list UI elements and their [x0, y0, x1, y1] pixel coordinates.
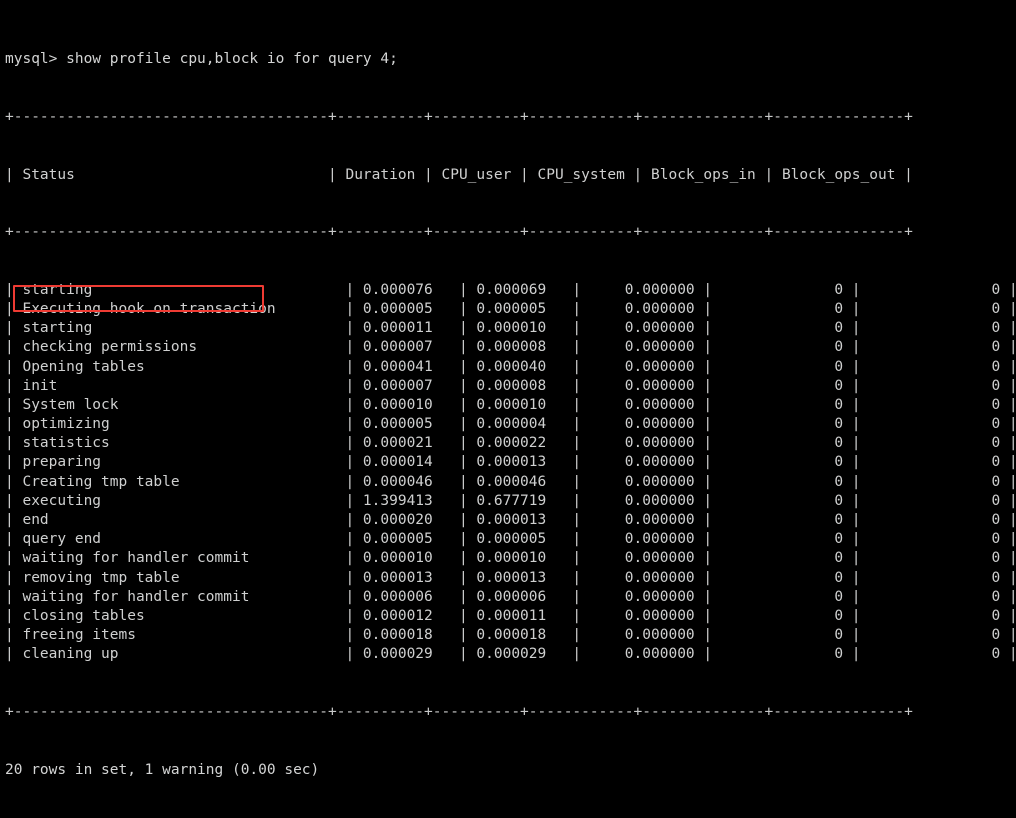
terminal-window: mysql> show profile cpu,block io for que…	[0, 0, 1016, 778]
table-row: | query end | 0.000005 | 0.000005 | 0.00…	[5, 531, 1016, 548]
table-row: | Opening tables | 0.000041 | 0.000040 |…	[5, 358, 1016, 375]
table-header-row: | Status | Duration | CPU_user | CPU_sys…	[5, 166, 913, 183]
terminal-output: mysql> show profile cpu,block io for que…	[5, 12, 1016, 818]
table-row: | cleaning up | 0.000029 | 0.000029 | 0.…	[5, 646, 1016, 663]
table-separator-header: +------------------------------------+--…	[5, 224, 913, 241]
table-row: | Executing hook on transaction | 0.0000…	[5, 300, 1016, 317]
table-body: | starting | 0.000076 | 0.000069 | 0.000…	[5, 281, 1016, 665]
table-row: | init | 0.000007 | 0.000008 | 0.000000 …	[5, 377, 1016, 394]
table-separator-top: +------------------------------------+--…	[5, 109, 913, 125]
table-row: | System lock | 0.000010 | 0.000010 | 0.…	[5, 396, 1016, 413]
table-row: | starting | 0.000076 | 0.000069 | 0.000…	[5, 281, 1016, 298]
table-row: | waiting for handler commit | 0.000010 …	[5, 550, 1016, 567]
table-row: | closing tables | 0.000012 | 0.000011 |…	[5, 607, 1016, 624]
table-row: | optimizing | 0.000005 | 0.000004 | 0.0…	[5, 416, 1016, 433]
table-row: | freeing items | 0.000018 | 0.000018 | …	[5, 627, 1016, 644]
table-row: | waiting for handler commit | 0.000006 …	[5, 588, 1016, 605]
result-summary: 20 rows in set, 1 warning (0.00 sec)	[5, 761, 320, 778]
mysql-prompt-command: mysql> show profile cpu,block io for que…	[5, 51, 398, 68]
table-row: | Creating tmp table | 0.000046 | 0.0000…	[5, 473, 1016, 490]
table-row: | executing | 1.399413 | 0.677719 | 0.00…	[5, 492, 1016, 509]
table-row: | starting | 0.000011 | 0.000010 | 0.000…	[5, 320, 1016, 337]
table-row: | removing tmp table | 0.000013 | 0.0000…	[5, 569, 1016, 586]
table-row: | end | 0.000020 | 0.000013 | 0.000000 |…	[5, 512, 1016, 529]
table-row: | statistics | 0.000021 | 0.000022 | 0.0…	[5, 435, 1016, 452]
table-separator-bottom: +------------------------------------+--…	[5, 703, 913, 720]
table-row: | checking permissions | 0.000007 | 0.00…	[5, 339, 1016, 356]
table-row: | preparing | 0.000014 | 0.000013 | 0.00…	[5, 454, 1016, 471]
